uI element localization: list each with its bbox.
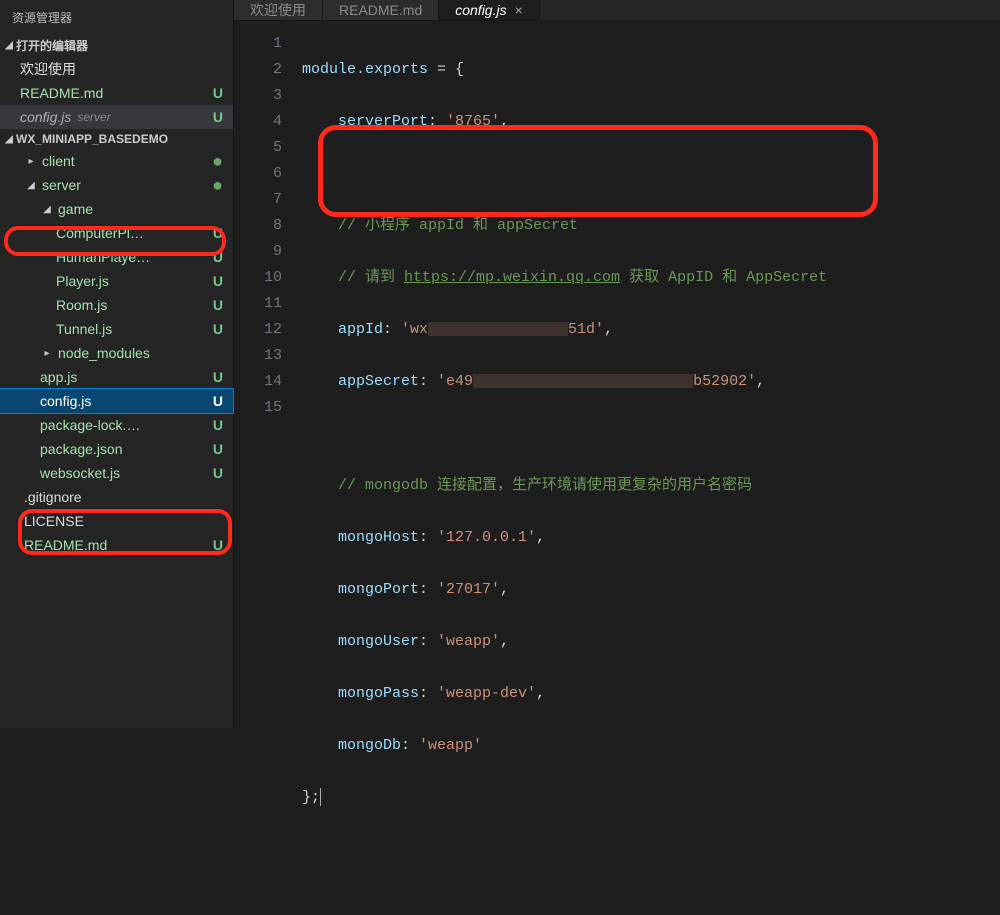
line-number: 14 <box>234 369 282 395</box>
line-gutter: 1 2 3 4 5 6 7 8 9 10 11 12 13 14 15 <box>234 21 294 915</box>
tree-folder-node-modules[interactable]: ▸ node_modules <box>0 341 233 365</box>
line-number: 3 <box>234 83 282 109</box>
open-editor-item-readme[interactable]: README.md U <box>0 81 233 105</box>
tree-file-gitignore[interactable]: .gitignore <box>0 485 233 509</box>
tree-file[interactable]: package.json U <box>0 437 233 461</box>
open-editors-header[interactable]: ◢ 打开的编辑器 <box>0 34 233 57</box>
line-number: 9 <box>234 239 282 265</box>
tab-config[interactable]: config.js × <box>439 0 540 20</box>
tab-bar: 欢迎使用 README.md config.js × <box>234 0 1000 21</box>
tree-file[interactable]: ComputerPl… U <box>0 221 233 245</box>
tree-file[interactable]: Tunnel.js U <box>0 317 233 341</box>
line-number: 4 <box>234 109 282 135</box>
tree-file-readme[interactable]: README.md U <box>0 533 233 557</box>
redacted-text <box>428 322 568 336</box>
modified-dot-icon: ● <box>212 155 223 167</box>
chevron-right-icon: ▸ <box>24 156 38 167</box>
tree-file[interactable]: websocket.js U <box>0 461 233 485</box>
line-number: 8 <box>234 213 282 239</box>
open-editor-item-config[interactable]: config.js server U <box>0 105 233 129</box>
line-number: 13 <box>234 343 282 369</box>
tab-readme[interactable]: README.md <box>323 0 439 20</box>
tree-folder-client[interactable]: ▸ client ● <box>0 149 233 173</box>
line-number: 2 <box>234 57 282 83</box>
line-number: 6 <box>234 161 282 187</box>
tree-folder-server[interactable]: ◢ server ● <box>0 173 233 197</box>
tree-file[interactable]: app.js U <box>0 365 233 389</box>
text-cursor <box>320 788 321 806</box>
sidebar: 资源管理器 ◢ 打开的编辑器 欢迎使用 README.md U config.j… <box>0 0 234 728</box>
modified-dot-icon: ● <box>212 179 223 191</box>
tree-file[interactable]: Room.js U <box>0 293 233 317</box>
tree-file-license[interactable]: LICENSE <box>0 509 233 533</box>
line-number: 15 <box>234 395 282 421</box>
chevron-down-icon: ◢ <box>24 180 38 191</box>
tree-file[interactable]: Player.js U <box>0 269 233 293</box>
tree-file-config[interactable]: config.js U <box>0 389 233 413</box>
tree-file[interactable]: HumanPlaye… U <box>0 245 233 269</box>
line-number: 1 <box>234 31 282 57</box>
open-editor-item-welcome[interactable]: 欢迎使用 <box>0 57 233 81</box>
chevron-down-icon: ◢ <box>2 40 16 51</box>
line-number: 10 <box>234 265 282 291</box>
chevron-right-icon: ▸ <box>40 348 54 359</box>
code-content[interactable]: module.exports = { serverPort: '8765', /… <box>294 21 1000 915</box>
chevron-down-icon: ◢ <box>2 134 16 145</box>
line-number: 11 <box>234 291 282 317</box>
open-editors-label: 打开的编辑器 <box>16 37 88 54</box>
editor-area: 欢迎使用 README.md config.js × 1 2 3 4 5 6 7… <box>234 0 1000 728</box>
tree-folder-game[interactable]: ◢ game <box>0 197 233 221</box>
tab-welcome[interactable]: 欢迎使用 <box>234 0 323 20</box>
chevron-down-icon: ◢ <box>40 204 54 215</box>
close-icon[interactable]: × <box>515 2 523 18</box>
line-number: 7 <box>234 187 282 213</box>
project-label: WX_MINIAPP_BASEDEMO <box>16 132 168 146</box>
sidebar-title: 资源管理器 <box>0 0 233 34</box>
line-number: 12 <box>234 317 282 343</box>
redacted-text <box>473 374 693 388</box>
project-header[interactable]: ◢ WX_MINIAPP_BASEDEMO <box>0 129 233 149</box>
tree-file[interactable]: package-lock.… U <box>0 413 233 437</box>
line-number: 5 <box>234 135 282 161</box>
code-editor[interactable]: 1 2 3 4 5 6 7 8 9 10 11 12 13 14 15 modu… <box>234 21 1000 915</box>
